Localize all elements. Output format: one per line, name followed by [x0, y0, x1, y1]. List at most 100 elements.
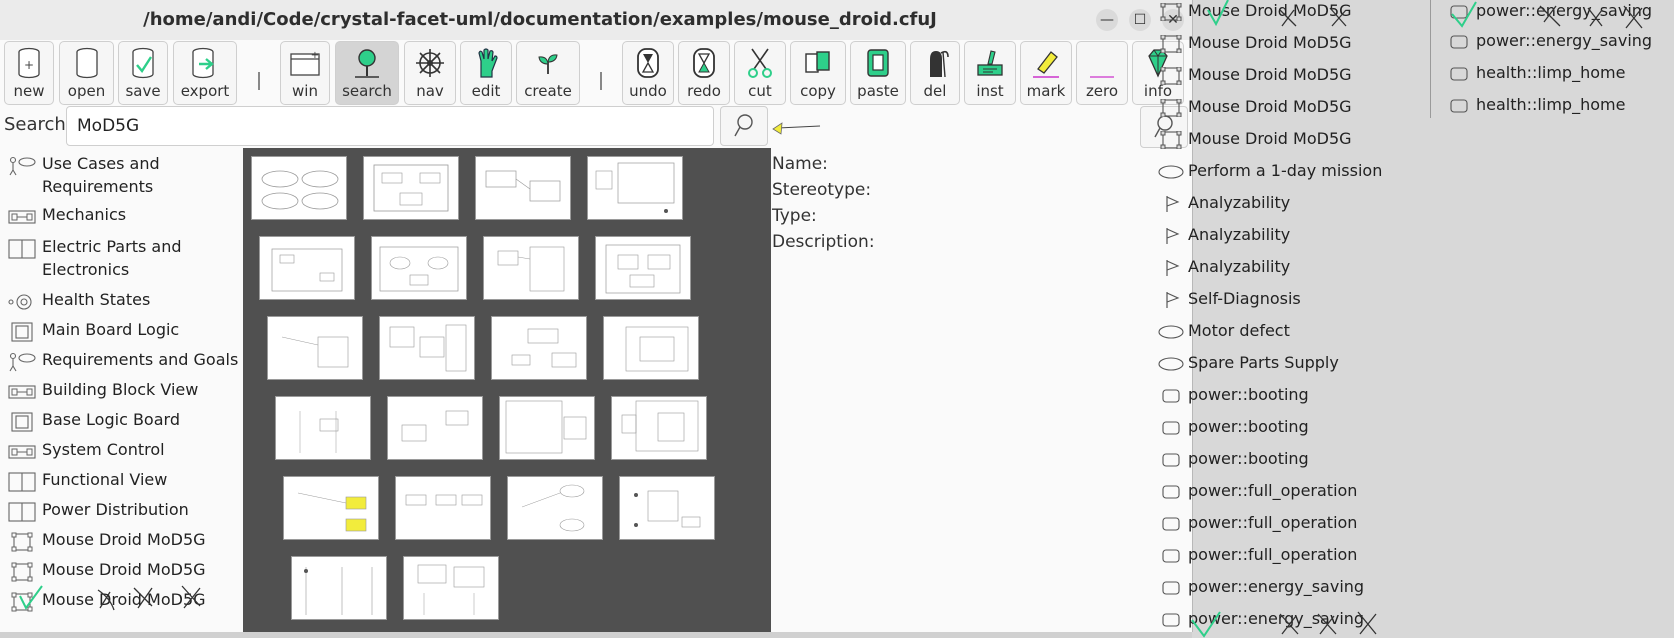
diagram-thumbnail[interactable]	[267, 316, 363, 380]
tree-item-label: Use Cases and Requirements	[42, 154, 160, 196]
list-item-label: power::booting	[1188, 385, 1309, 404]
reset-icon	[1077, 46, 1127, 80]
new-button[interactable]: + new	[4, 41, 54, 105]
description-label: Description:	[772, 232, 875, 252]
new-label: new	[13, 82, 45, 100]
use-case-ellipse-icon	[1158, 357, 1184, 371]
diagram-thumbnail[interactable]	[259, 236, 355, 300]
undo-hourglass-icon	[623, 46, 673, 80]
delete-button[interactable]: del	[910, 41, 960, 105]
tree-item-mouse-droid-3[interactable]: Mouse Droid MoD5G	[0, 585, 243, 612]
tree-item-electric-parts[interactable]: Electric Parts and Electronics	[0, 235, 243, 281]
redo-button[interactable]: redo	[678, 41, 730, 105]
instantiate-button[interactable]: inst	[964, 41, 1016, 105]
tree-item-functional-view[interactable]: Functional View	[0, 468, 243, 492]
tree-item-system-control[interactable]: System Control	[0, 438, 243, 462]
tree-item-mechanics[interactable]: Mechanics	[0, 203, 243, 227]
tree-item-main-board-logic[interactable]: Main Board Logic	[0, 318, 243, 342]
highlighter-icon	[1021, 46, 1071, 80]
arrow-pointer-icon	[772, 122, 821, 135]
redo-hourglass-icon	[679, 46, 729, 80]
create-button[interactable]: create	[516, 41, 580, 105]
nav-button[interactable]: nav	[404, 41, 456, 105]
tree-item-requirements-and-goals[interactable]: Requirements and Goals	[0, 348, 243, 372]
tree-item-power-distribution[interactable]: Power Distribution	[0, 498, 243, 522]
tree-item-building-block-view[interactable]: Building Block View	[0, 378, 243, 402]
diagram-thumbnail[interactable]	[595, 236, 691, 300]
diagram-thumbnail[interactable]	[619, 476, 715, 540]
component-icon	[1160, 131, 1182, 149]
zero-button[interactable]: zero	[1076, 41, 1128, 105]
diagram-thumbnail[interactable]	[611, 396, 707, 460]
list-item-label: power::energy_saving	[1476, 1, 1653, 20]
state-diagram-icon	[8, 294, 32, 310]
list-item-label: power::booting	[1188, 417, 1309, 436]
diagram-thumbnail[interactable]	[603, 316, 699, 380]
export-label: export	[180, 82, 230, 100]
diagram-thumbnail[interactable]	[251, 156, 347, 220]
list-item-label: power::energy_saving	[1188, 577, 1365, 596]
state-rounded-icon	[1450, 99, 1468, 113]
component-icon	[11, 592, 33, 612]
diagram-thumbnail[interactable]	[499, 396, 595, 460]
save-button[interactable]: save	[118, 41, 168, 105]
list-item-label: Mouse Droid MoD5G	[1188, 97, 1352, 116]
diagram-thumbnail[interactable]	[483, 236, 579, 300]
list-item-label: power::full_operation	[1188, 481, 1358, 500]
search-input[interactable]	[66, 106, 714, 146]
tree-item-label: Health States	[42, 290, 151, 309]
tree-item-use-cases-and-requirements[interactable]: Use Cases and Requirements	[0, 152, 243, 198]
tree-item-mouse-droid-2[interactable]: Mouse Droid MoD5G	[0, 558, 243, 582]
mark-button[interactable]: mark	[1020, 41, 1072, 105]
diagram-thumbnail[interactable]	[275, 396, 371, 460]
component-diagram-icon	[8, 239, 36, 259]
list-item-label: power::energy_saving	[1188, 609, 1365, 628]
copy-button[interactable]: copy	[790, 41, 846, 105]
box-diagram-icon	[11, 412, 33, 432]
search-submit-button[interactable]	[720, 106, 768, 146]
save-label: save	[125, 82, 161, 100]
list-item-label: Perform a 1-day mission	[1188, 161, 1383, 180]
diagram-thumbnail[interactable]	[283, 476, 379, 540]
export-button[interactable]: export	[173, 41, 237, 105]
tree-item-mouse-droid-1[interactable]: Mouse Droid MoD5G	[0, 528, 243, 552]
diagram-thumbnail[interactable]	[507, 476, 603, 540]
win-button[interactable]: + win	[280, 41, 330, 105]
diagram-thumbnail[interactable]	[587, 156, 683, 220]
diagram-thumbnail[interactable]	[395, 476, 491, 540]
list-item-label: Analyzability	[1188, 193, 1291, 212]
state-rounded-icon	[1162, 549, 1180, 563]
diagram-thumbnail[interactable]	[387, 396, 483, 460]
search-mode-button[interactable]: search	[335, 41, 399, 105]
paste-button[interactable]: paste	[850, 41, 906, 105]
block-diagram-icon	[8, 445, 36, 459]
diagram-thumbnail[interactable]	[371, 236, 467, 300]
minimize-button[interactable]: —	[1096, 9, 1118, 31]
tree-item-health-states[interactable]: Health States	[0, 288, 243, 312]
state-rounded-icon	[1450, 35, 1468, 49]
diagram-thumbnail[interactable]	[291, 556, 387, 620]
state-rounded-icon	[1162, 453, 1180, 467]
list-item-label: Self-Diagnosis	[1188, 289, 1301, 308]
diagram-thumbnail[interactable]	[403, 556, 499, 620]
new-file-icon: +	[5, 46, 53, 80]
cut-label: cut	[748, 82, 772, 100]
edit-button[interactable]: edit	[460, 41, 512, 105]
diagram-thumbnail[interactable]	[491, 316, 587, 380]
cut-button[interactable]: cut	[734, 41, 786, 105]
maximize-button[interactable]: ☐	[1129, 9, 1151, 31]
list-item-label: power::full_operation	[1188, 513, 1358, 532]
nav-label: nav	[416, 82, 444, 100]
list-item-label: power::full_operation	[1188, 545, 1358, 564]
name-label: Name:	[772, 154, 828, 174]
undo-button[interactable]: undo	[622, 41, 674, 105]
diagram-tree: Use Cases and Requirements Mechanics Ele…	[0, 148, 243, 632]
diagram-thumbnail[interactable]	[379, 316, 475, 380]
open-button[interactable]: open	[59, 41, 114, 105]
search-mode-label: search	[342, 82, 392, 100]
tree-item-base-logic-board[interactable]: Base Logic Board	[0, 408, 243, 432]
diagram-thumbnail[interactable]	[475, 156, 571, 220]
diagram-thumbnail[interactable]	[363, 156, 459, 220]
instantiate-icon	[965, 46, 1015, 80]
create-label: create	[524, 82, 572, 100]
